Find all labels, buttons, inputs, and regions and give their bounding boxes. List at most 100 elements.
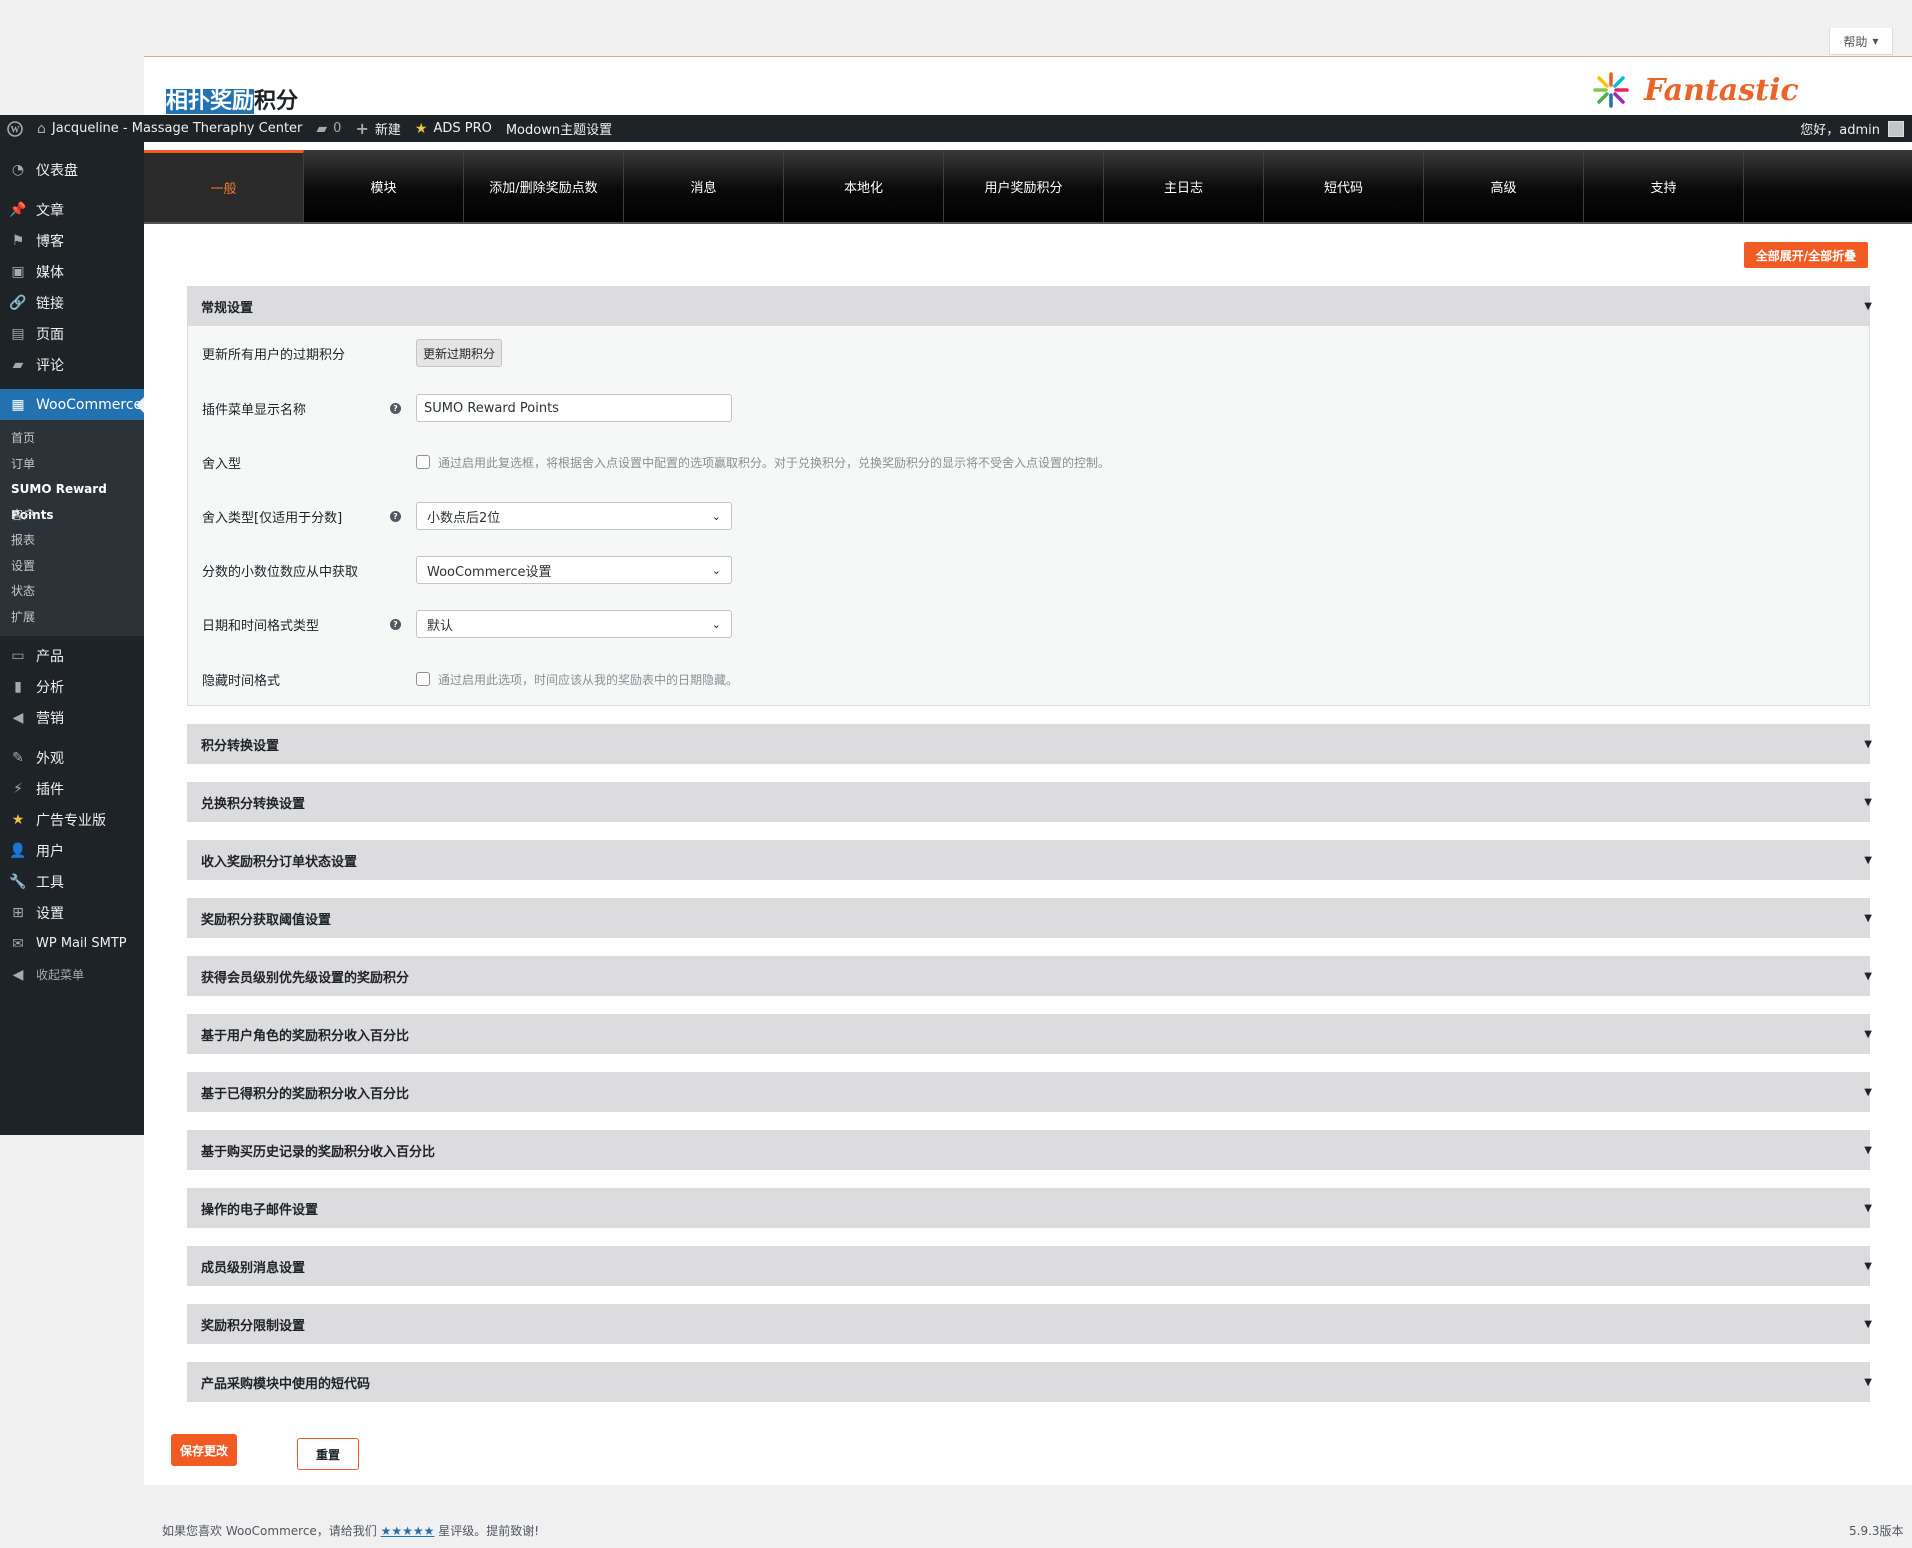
- section-header[interactable]: 奖励积分限制设置 ▼: [187, 1304, 1872, 1344]
- field-label: 分数的小数位数应从中获取: [202, 564, 359, 580]
- tab-support[interactable]: 支持: [1584, 150, 1744, 222]
- section-header[interactable]: 操作的电子邮件设置 ▼: [187, 1188, 1872, 1228]
- submenu-item-orders[interactable]: 订单: [0, 452, 144, 478]
- tab-modules[interactable]: 模块: [304, 150, 464, 222]
- tab-general[interactable]: 一般: [144, 150, 304, 222]
- new-content-menu[interactable]: + 新建: [348, 115, 407, 142]
- rating-stars-link[interactable]: ★★★★★: [381, 1524, 435, 1538]
- expand-collapse-all-button[interactable]: 全部展开/全部折叠: [1744, 242, 1868, 268]
- sidebar-item-pages[interactable]: ▤ 页面: [0, 318, 144, 349]
- save-button[interactable]: 保存更改: [171, 1434, 237, 1466]
- tab-shortcodes[interactable]: 短代码: [1264, 150, 1424, 222]
- sidebar-item-ads-pro[interactable]: ★ 广告专业版: [0, 804, 144, 835]
- sidebar-item-tools[interactable]: 🔧 工具: [0, 866, 144, 897]
- my-account-menu[interactable]: 您好，admin: [1800, 119, 1912, 138]
- help-tooltip-icon[interactable]: ?: [390, 402, 401, 414]
- menu-name-input[interactable]: SUMO Reward Points: [416, 394, 732, 422]
- sidebar-item-posts[interactable]: 📌 文章: [0, 194, 144, 225]
- section-header[interactable]: 基于用户角色的奖励积分收入百分比 ▼: [187, 1014, 1872, 1054]
- section-header[interactable]: 产品采购模块中使用的短代码 ▼: [187, 1362, 1872, 1402]
- section-header[interactable]: 积分转换设置 ▼: [187, 724, 1872, 764]
- submenu-item-reports[interactable]: 报表: [0, 528, 144, 554]
- section-header[interactable]: 收入奖励积分订单状态设置 ▼: [187, 840, 1872, 880]
- sidebar-item-settings[interactable]: ⊞ 设置: [0, 897, 144, 928]
- submenu-item-home[interactable]: 首页: [0, 426, 144, 452]
- caret-down-icon: ▼: [1864, 855, 1872, 866]
- sidebar-item-label: 收起菜单: [36, 968, 85, 982]
- reset-button[interactable]: 重置: [297, 1438, 359, 1470]
- sidebar-item-label: 产品: [36, 648, 64, 665]
- section-header[interactable]: 获得会员级别优先级设置的奖励积分 ▼: [187, 956, 1872, 996]
- decimal-source-select[interactable]: WooCommerce设置 ⌄: [416, 556, 732, 584]
- sidebar-item-links[interactable]: 🔗 链接: [0, 287, 144, 318]
- settings-icon: ⊞: [12, 904, 24, 921]
- sidebar-item-woocommerce[interactable]: ▦ WooCommerce: [0, 389, 144, 420]
- round-checkbox[interactable]: [416, 455, 430, 469]
- select-value: 默认: [427, 618, 454, 634]
- sidebar-item-products[interactable]: ▭ 产品: [0, 640, 144, 671]
- caret-down-icon: ▼: [1864, 1087, 1872, 1098]
- tab-user-reward-points[interactable]: 用户奖励积分: [944, 150, 1104, 222]
- submenu-item-extensions[interactable]: 扩展: [0, 605, 144, 631]
- caret-down-icon: ▼: [1864, 913, 1872, 924]
- site-name: Jacqueline - Massage Theraphy Center: [51, 121, 303, 136]
- flag-icon: ⚑: [11, 232, 25, 249]
- tab-master-log[interactable]: 主日志: [1104, 150, 1264, 222]
- site-name-link[interactable]: ⌂ Jacqueline - Massage Theraphy Center: [30, 115, 309, 142]
- sidebar-item-dashboard[interactable]: ◔ 仪表盘: [0, 154, 144, 185]
- sidebar-item-blog[interactable]: ⚑ 博客: [0, 225, 144, 256]
- update-expired-points-button[interactable]: 更新过期积分: [416, 339, 503, 367]
- caret-down-icon: ▼: [1864, 1145, 1872, 1156]
- section-header[interactable]: 基于已得积分的奖励积分收入百分比 ▼: [187, 1072, 1872, 1112]
- tab-messages[interactable]: 消息: [624, 150, 784, 222]
- tab-advanced[interactable]: 高级: [1424, 150, 1584, 222]
- ads-pro-menu[interactable]: ★ ADS PRO: [408, 115, 499, 142]
- sidebar-item-label: 外观: [36, 750, 64, 767]
- sidebar-item-media[interactable]: ▣ 媒体: [0, 256, 144, 287]
- tab-localization[interactable]: 本地化: [784, 150, 944, 222]
- sidebar-item-label: 营销: [36, 710, 64, 727]
- modown-label: Modown主题设置: [505, 123, 613, 138]
- sidebar-item-users[interactable]: 👤 用户: [0, 835, 144, 866]
- megaphone-icon: ◀: [12, 709, 24, 726]
- home-icon: ⌂: [37, 120, 46, 137]
- submenu-item-settings[interactable]: 设置: [0, 554, 144, 580]
- footer-text: 如果您喜欢 WooCommerce，请给我们 ★★★★★ 星评级。提前致谢!: [162, 1522, 539, 1539]
- help-tooltip-icon[interactable]: ?: [390, 510, 401, 522]
- collapsed-sections: 积分转换设置 ▼ 兑换积分转换设置 ▼ 收入奖励积分订单状态设置 ▼ 奖励积分获取阈值…: [187, 724, 1872, 1420]
- section-header[interactable]: 成员级别消息设置 ▼: [187, 1246, 1872, 1286]
- section-header[interactable]: 兑换积分转换设置 ▼: [187, 782, 1872, 822]
- section-header[interactable]: 奖励积分获取阈值设置 ▼: [187, 898, 1872, 938]
- section-title: 基于用户角色的奖励积分收入百分比: [201, 1028, 410, 1044]
- section-general-header[interactable]: 常规设置 ▼: [187, 286, 1872, 326]
- sidebar-collapse-menu[interactable]: ◀ 收起菜单: [0, 959, 144, 990]
- sidebar-item-marketing[interactable]: ◀ 营销: [0, 702, 144, 733]
- star-icon: ★: [414, 120, 428, 137]
- sidebar-item-analytics[interactable]: ▮ 分析: [0, 671, 144, 702]
- wordpress-menu[interactable]: W: [0, 115, 30, 142]
- hide-time-checkbox[interactable]: [416, 672, 430, 686]
- comments-link[interactable]: ▰ 0: [309, 115, 348, 142]
- date-format-select[interactable]: 默认 ⌄: [416, 610, 732, 638]
- sidebar-item-appearance[interactable]: ✎ 外观: [0, 742, 144, 773]
- sidebar-item-comments[interactable]: ▰ 评论: [0, 349, 144, 380]
- round-type-select[interactable]: 小数点后2位 ⌄: [416, 502, 732, 530]
- help-tooltip-icon[interactable]: ?: [390, 618, 401, 630]
- sidebar-item-label: WooCommerce: [36, 396, 143, 413]
- page-title: 相扑奖励积分: [166, 83, 298, 115]
- mail-icon: ✉: [12, 935, 24, 952]
- tab-add-remove-points[interactable]: 添加/删除奖励点数: [464, 150, 624, 222]
- comment-icon: ▰: [12, 356, 24, 373]
- modown-settings-menu[interactable]: Modown主题设置: [499, 115, 619, 142]
- sidebar-item-wp-mail-smtp[interactable]: ✉ WP Mail SMTP: [0, 928, 144, 959]
- submenu-item-sumo-reward-points[interactable]: SUMO Reward Points: [0, 477, 144, 522]
- sidebar-item-label: 用户: [36, 843, 64, 860]
- section-title: 积分转换设置: [201, 738, 280, 754]
- brand-name: Fantastic: [1644, 72, 1799, 108]
- sidebar-item-plugins[interactable]: ⚡ 插件: [0, 773, 144, 804]
- submenu-item-customers[interactable]: 客户: [0, 503, 144, 529]
- chevron-down-icon: ▼: [1872, 36, 1879, 46]
- submenu-item-status[interactable]: 状态: [0, 579, 144, 605]
- help-tab[interactable]: 帮助 ▼: [1829, 28, 1893, 55]
- section-header[interactable]: 基于购买历史记录的奖励积分收入百分比 ▼: [187, 1130, 1872, 1170]
